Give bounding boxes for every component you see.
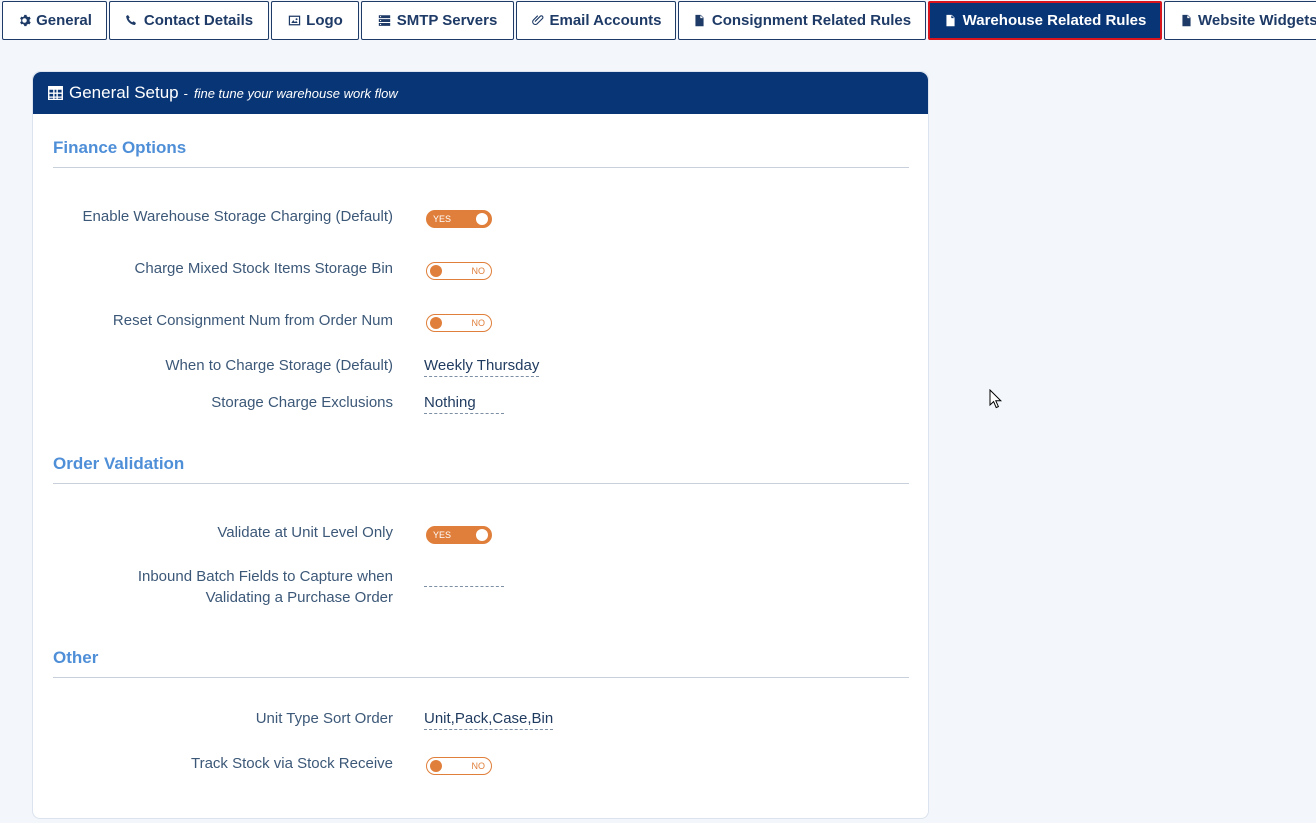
- toggle-reset-consignment-num[interactable]: NO: [426, 314, 492, 332]
- panel-title: General Setup: [69, 83, 179, 102]
- section-finance-options: Finance Options: [53, 138, 909, 168]
- tab-logo[interactable]: Logo: [271, 1, 359, 40]
- tab-label: Consignment Related Rules: [711, 12, 912, 29]
- label-storage-exclusions: Storage Charge Exclusions: [211, 394, 393, 411]
- label-line: Inbound Batch Fields to Capture when: [137, 568, 393, 585]
- table-icon: [48, 86, 63, 100]
- toggle-state: NO: [471, 761, 486, 771]
- toggle-validate-unit-level[interactable]: YES: [426, 526, 492, 544]
- toggle-state: YES: [433, 530, 452, 540]
- file-icon: [944, 14, 958, 28]
- tab-label: SMTP Servers: [396, 12, 498, 29]
- label-validate-unit-level: Validate at Unit Level Only: [217, 524, 393, 541]
- tab-email-accounts[interactable]: Email Accounts: [516, 1, 676, 40]
- server-icon: [378, 14, 392, 28]
- panel-header: General Setup - fine tune your warehouse…: [33, 72, 928, 114]
- tab-label: Warehouse Related Rules: [962, 12, 1147, 29]
- tab-label: Website Widgets: [1198, 12, 1316, 29]
- toggle-enable-storage-charging[interactable]: YES: [426, 210, 492, 228]
- editable-storage-exclusions[interactable]: Nothing: [424, 394, 504, 414]
- tab-warehouse-related-rules[interactable]: Warehouse Related Rules: [928, 1, 1162, 40]
- image-icon: [287, 14, 301, 28]
- label-charge-mixed-bin: Charge Mixed Stock Items Storage Bin: [134, 260, 393, 277]
- section-order-validation: Order Validation: [53, 454, 909, 484]
- label-inbound-batch-fields: Inbound Batch Fields to Capture when Val…: [138, 566, 393, 608]
- toggle-track-stock-receive[interactable]: NO: [426, 757, 492, 775]
- label-line: Validating a Purchase Order: [205, 589, 393, 606]
- tab-consignment-related-rules[interactable]: Consignment Related Rules: [678, 1, 926, 40]
- tab-website-widgets[interactable]: Website Widgets: [1164, 1, 1316, 40]
- tab-label: General: [36, 12, 92, 29]
- toggle-knob: [430, 317, 442, 329]
- tab-label: Logo: [306, 12, 343, 29]
- toggle-state: NO: [471, 266, 486, 276]
- settings-tab-bar: General Contact Details Logo SMTP Server…: [0, 0, 1316, 42]
- tab-smtp-servers[interactable]: SMTP Servers: [361, 1, 514, 40]
- label-reset-consignment-num: Reset Consignment Num from Order Num: [112, 312, 393, 329]
- tab-general[interactable]: General: [2, 1, 107, 40]
- label-unit-type-sort: Unit Type Sort Order: [255, 710, 393, 727]
- panel-title-separator: -: [183, 85, 188, 101]
- toggle-knob: [430, 760, 442, 772]
- phone-icon: [125, 14, 139, 28]
- paperclip-icon: [531, 14, 545, 28]
- section-other: Other: [53, 648, 909, 678]
- editable-unit-type-sort[interactable]: Unit,Pack,Case,Bin: [424, 710, 554, 730]
- toggle-knob: [476, 529, 488, 541]
- tab-label: Contact Details: [143, 12, 254, 29]
- tab-contact-details[interactable]: Contact Details: [109, 1, 269, 40]
- gear-icon: [17, 14, 31, 28]
- editable-inbound-batch-fields[interactable]: [424, 568, 504, 587]
- toggle-charge-mixed-bin[interactable]: NO: [426, 262, 492, 280]
- general-setup-panel: General Setup - fine tune your warehouse…: [32, 71, 929, 819]
- panel-subtitle: fine tune your warehouse work flow: [193, 85, 398, 101]
- toggle-state: NO: [471, 318, 486, 328]
- label-when-to-charge: When to Charge Storage (Default): [165, 357, 393, 374]
- toggle-knob: [476, 213, 488, 225]
- label-track-stock-receive: Track Stock via Stock Receive: [190, 755, 393, 772]
- file-icon: [693, 14, 707, 28]
- mouse-cursor-icon: [989, 389, 1003, 409]
- label-enable-storage-charging: Enable Warehouse Storage Charging (Defau…: [82, 208, 393, 225]
- toggle-state: YES: [433, 214, 452, 224]
- editable-when-to-charge[interactable]: Weekly Thursday: [424, 357, 540, 377]
- file-icon: [1179, 14, 1193, 28]
- toggle-knob: [430, 265, 442, 277]
- tab-label: Email Accounts: [549, 12, 662, 29]
